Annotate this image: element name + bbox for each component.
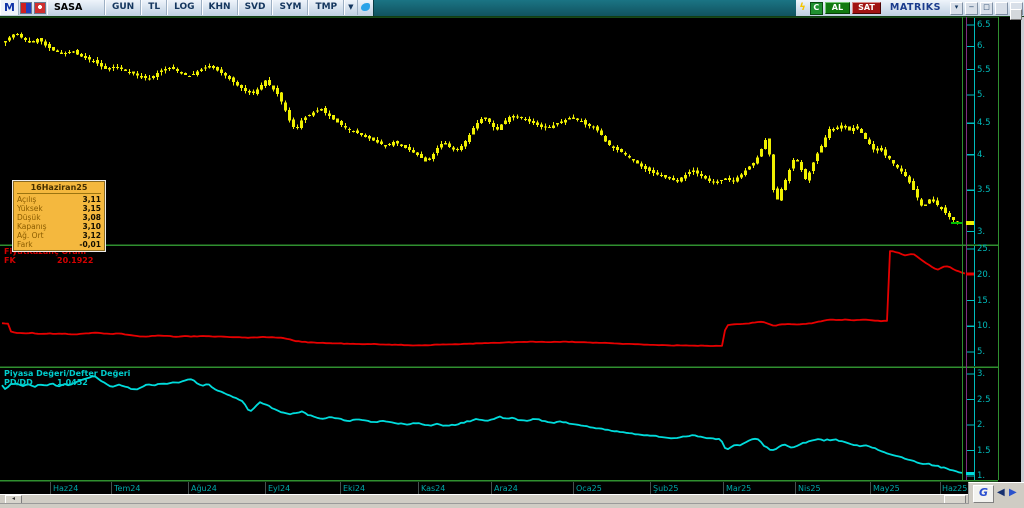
y-tick-label: 10. <box>977 321 991 332</box>
window-extra-1-button[interactable] <box>995 2 1008 15</box>
y-tick-label: 5. <box>977 347 986 357</box>
matriks-logo-button[interactable]: G <box>973 485 994 503</box>
window-minimize-button[interactable]: − <box>965 2 978 15</box>
pddd-series-label: PD/DD <box>4 378 33 387</box>
y-tick-label: 4. <box>977 149 986 160</box>
window-bottom-frame <box>0 503 1024 508</box>
toolbar-button-gun[interactable]: GUN <box>104 0 142 15</box>
y-tick-label: 2. <box>977 420 986 430</box>
x-axis-divider <box>795 482 796 494</box>
tooltip-row: Fark -0,01 <box>17 240 101 249</box>
window-dropdown-button[interactable]: ▾ <box>950 2 963 15</box>
ohlc-tooltip: 16Haziran25 Açılış 3,11 Yüksek 3,15 Düşük 3… <box>12 180 106 252</box>
y-tick-label: 1.5 <box>977 445 991 456</box>
x-axis-divider <box>940 482 941 494</box>
matriks-m-logo[interactable]: M <box>0 0 19 15</box>
buy-button[interactable]: AL <box>824 2 851 14</box>
x-axis-divider <box>340 482 341 494</box>
x-axis-divider <box>870 482 871 494</box>
pddd-line <box>1 375 963 474</box>
y-axes <box>967 18 976 480</box>
chevron-down-icon[interactable]: ▼ <box>344 0 358 15</box>
window-restore-button[interactable]: □ <box>980 2 993 15</box>
toolbar-button-khn[interactable]: KHN <box>201 0 238 15</box>
x-axis-label: Kas24 <box>421 484 446 493</box>
tooltip-row: Düşük 3,08 <box>17 213 101 222</box>
nav-forward-icon[interactable]: ▶ <box>1009 486 1017 500</box>
x-axis-divider <box>50 482 51 494</box>
x-axis-strip: Haz24 Tem24 Ağu24 Eyl24 Eki24 Kas24 Ara24 Oca25… <box>0 482 1024 494</box>
fk-series-label: FK <box>4 256 16 265</box>
y-tick-label: 4.5 <box>977 118 991 129</box>
y-tick-label: 20. <box>977 269 991 280</box>
y-tick-label: 5. <box>977 90 986 101</box>
y-tick-label: 1. <box>977 471 986 481</box>
matriks-brand-logo: MATRIKS <box>889 2 941 13</box>
y-tick-label: 2.5 <box>977 394 991 405</box>
sell-button[interactable]: SAT <box>852 2 881 14</box>
x-axis-label: Mar25 <box>726 484 752 493</box>
y-tick-label: 3.5 <box>977 185 991 196</box>
y-tick-label: 3. <box>977 226 986 237</box>
price-and-indicator-plot[interactable] <box>0 16 1024 482</box>
toolbar-filler <box>372 0 797 16</box>
x-axis-label: Nis25 <box>798 484 821 493</box>
x-axis-label: Haz25 <box>942 484 968 493</box>
x-axis-label: Ara24 <box>494 484 518 493</box>
x-axis-label: Tem24 <box>114 484 141 493</box>
y-tick-label: 5.5 <box>977 64 991 75</box>
x-axis-divider <box>491 482 492 494</box>
matriks-chart-window: M SASA GUN TL LOG KHN SVD SYM TMP ▼ ϟ C AL SAT… <box>0 0 1024 508</box>
tooltip-row: Kapanış 3,10 <box>17 222 101 231</box>
nav-back-icon[interactable]: ◀ <box>997 486 1005 500</box>
y-tick-label: 6.5 <box>977 20 991 30</box>
candlestick-series <box>4 32 959 225</box>
bird-icon[interactable] <box>360 3 370 11</box>
y-tick-label: 6. <box>977 41 986 52</box>
x-axis-label: Şub25 <box>653 484 679 493</box>
y-tick-label: 3. <box>977 369 986 379</box>
y-tick-label: 25. <box>977 244 991 254</box>
toolbar-button-tl[interactable]: TL <box>141 0 168 15</box>
tooltip-row: Ağ. Ort 3,12 <box>17 231 101 240</box>
x-axis-divider <box>418 482 419 494</box>
bottom-right-controls: G ◀ ▶ <box>968 482 1024 504</box>
toolbar-button-tmp[interactable]: TMP <box>308 0 345 15</box>
y-tick-label: 15. <box>977 295 991 306</box>
toolbar-icon-2[interactable] <box>33 2 46 14</box>
x-axis-label: Eki24 <box>343 484 366 493</box>
toolbar-button-sym[interactable]: SYM <box>272 0 309 15</box>
tooltip-row: Yüksek 3,15 <box>17 204 101 213</box>
x-axis-divider <box>265 482 266 494</box>
chart-area[interactable]: 16Haziran25 Açılış 3,11 Yüksek 3,15 Düşük 3… <box>0 16 1024 482</box>
x-axis-label: Ağu24 <box>191 484 217 493</box>
fk-series-value: 20.1922 <box>57 256 94 265</box>
c-icon[interactable]: C <box>809 2 823 15</box>
x-axis-divider <box>650 482 651 494</box>
toolbar-button-svd[interactable]: SVD <box>237 0 273 15</box>
symbol-field[interactable]: SASA <box>46 0 105 15</box>
toolbar: M SASA GUN TL LOG KHN SVD SYM TMP ▼ ϟ C AL SAT… <box>0 0 1024 17</box>
x-axis-divider <box>723 482 724 494</box>
x-axis-label: May25 <box>873 484 900 493</box>
tooltip-date: 16Haziran25 <box>17 183 101 194</box>
x-axis-divider <box>573 482 574 494</box>
toolbar-button-log[interactable]: LOG <box>167 0 202 15</box>
fk-line <box>1 250 966 347</box>
pddd-series-value: 1,0452 <box>57 378 88 387</box>
x-axis-divider <box>188 482 189 494</box>
x-axis-divider <box>111 482 112 494</box>
pane-borders <box>0 16 999 482</box>
x-axis-label: Haz24 <box>53 484 79 493</box>
pane-close-button[interactable] <box>1010 9 1022 20</box>
toolbar-icon-1[interactable] <box>19 2 32 14</box>
x-axis-label: Eyl24 <box>268 484 291 493</box>
tooltip-row: Açılış 3,11 <box>17 195 101 204</box>
lightning-icon[interactable]: ϟ <box>796 0 809 16</box>
x-axis-label: Oca25 <box>576 484 602 493</box>
pddd-pane-title: Piyasa Değeri/Defter Değeri <box>4 369 131 378</box>
